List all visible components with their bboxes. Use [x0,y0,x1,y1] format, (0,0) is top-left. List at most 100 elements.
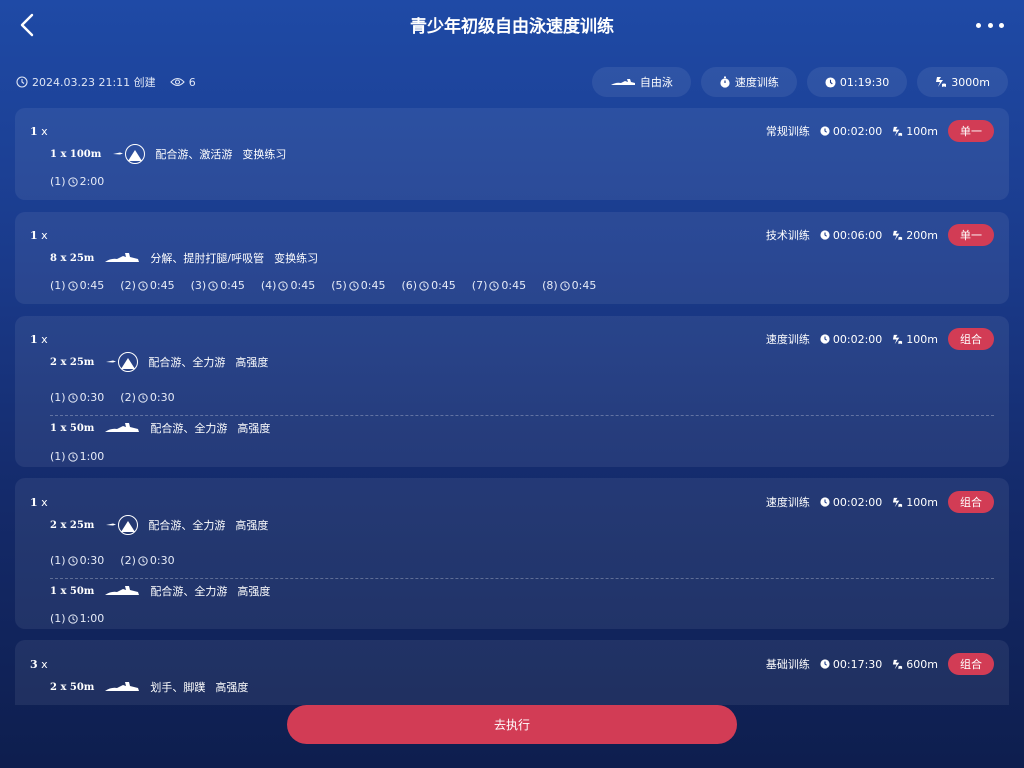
interval-times: (1) 1:00 [50,612,120,625]
set-quantity: 2 x 50m [50,681,95,693]
more-dot [999,22,1004,28]
card-duration: 00:02:00 [832,124,883,138]
card-meta: 技术训练 00:06:00 200m 单一 [766,224,994,246]
chip-duration-label: 01:19:30 [839,75,890,89]
card-meta: 速度训练 00:02:00 100m 组合 [766,491,994,513]
card-category: 常规训练 [765,125,810,138]
set-description: 配合游、全力游 [150,422,228,435]
interval-time: (6) 0:45 [401,279,455,292]
set-row: 2 x 50m 划手、脚蹼 高强度 [50,679,248,695]
training-card[interactable]: 1 x 常规训练 00:02:00 100m 单一 1 x 100m 配合游、激… [15,108,1009,200]
card-type-badge[interactable]: 单一 [948,224,994,246]
set-row: 1 x 100m 配合游、激活游 变换练习 [50,143,286,165]
distance-icon [892,230,903,241]
interval-index: (1) [50,175,66,188]
clock-icon [138,392,148,403]
chip-distance-label: 3000m [951,75,990,89]
clock-icon [278,280,289,291]
top-bar: 青少年初级自由泳速度训练 [0,0,1024,50]
swim-drill-icon [104,351,139,373]
distance-icon [892,659,903,670]
interval-value: 0:45 [79,279,105,292]
training-card[interactable]: 1 x 速度训练 00:02:00 100m 组合 2 x 25m 配合游、全力… [15,316,1009,467]
repeat-count: 1 [30,229,38,242]
set-divider [50,578,994,579]
interval-time: (2) 0:45 [120,279,174,292]
card-type-badge[interactable]: 单一 [948,120,994,142]
interval-value: 0:45 [149,279,175,292]
set-mode: 高强度 [235,356,269,369]
distance-icon [892,497,903,508]
execute-button[interactable]: 去执行 [287,705,737,744]
training-card[interactable]: 1 x 速度训练 00:02:00 100m 组合 2 x 25m 配合游、全力… [15,478,1009,629]
interval-time: (5) 0:45 [331,279,385,292]
clock-icon [67,392,78,403]
repeat-suffix: x [41,333,48,346]
interval-times: (1) 0:30 (2) 0:30 [50,554,191,567]
set-row: 2 x 25m 配合游、全力游 高强度 [50,351,268,373]
clock-icon [16,76,28,88]
set-mode: 变换练习 [242,148,287,161]
more-button[interactable] [976,14,1004,36]
repeat-count: 1 [30,333,38,346]
clock-icon [67,176,78,187]
summary-chips: 自由泳 速度训练 01:19:30 3000m [591,67,1008,97]
view-count-value: 6 [188,75,196,89]
interval-index: (8) [542,279,558,292]
interval-index: (2) [120,279,136,292]
stopwatch-icon [719,76,731,88]
interval-time: (4) 0:45 [261,279,315,292]
interval-time: (1) 0:45 [50,279,104,292]
training-list[interactable]: 1 x 常规训练 00:02:00 100m 单一 1 x 100m 配合游、激… [15,108,1009,705]
set-row: 2 x 25m 配合游、全力游 高强度 [50,514,268,536]
card-category: 速度训练 [765,496,810,509]
interval-index: (7) [471,279,488,292]
set-description: 配合游、全力游 [150,585,228,598]
interval-time: (2) 0:30 [120,554,174,567]
interval-time: (1) 1:00 [50,450,104,463]
set-mode: 高强度 [235,519,269,532]
card-type-badge[interactable]: 组合 [948,491,994,513]
card-type-badge[interactable]: 组合 [948,328,994,350]
interval-time: (7) 0:45 [472,279,526,292]
card-distance: 200m [906,228,938,242]
set-quantity: 1 x 50m [50,422,95,434]
interval-index: (4) [260,279,277,292]
set-row: 1 x 50m 配合游、全力游 高强度 [50,583,270,599]
interval-value: 1:00 [79,612,105,625]
set-mode: 高强度 [215,681,249,694]
training-card[interactable]: 3 x 基础训练 00:17:30 600m 组合 2 x 50m 划手、脚蹼 … [15,640,1009,705]
interval-time: (1) 1:00 [50,612,104,625]
card-repeat: 3 x [30,658,48,671]
interval-value: 0:30 [149,391,175,404]
more-dots-icon [976,22,981,28]
card-distance: 100m [906,495,938,509]
interval-index: (2) [120,391,136,404]
repeat-count: 3 [30,658,38,671]
card-distance: 100m [906,124,938,138]
set-quantity: 2 x 25m [50,519,95,531]
chip-type: 速度训练 [700,67,797,97]
card-type-badge[interactable]: 组合 [948,653,994,675]
card-duration: 00:02:00 [832,495,883,509]
clock-icon [67,613,78,624]
interval-value: 0:45 [290,279,316,292]
repeat-suffix: x [41,496,48,509]
interval-value: 0:45 [220,279,245,292]
card-meta: 常规训练 00:02:00 100m 单一 [766,120,994,142]
freestyle-swimmer-icon [104,251,140,265]
chip-stroke-label: 自由泳 [639,76,673,89]
interval-value: 0:45 [360,279,386,292]
clock-icon [820,497,830,507]
clock-icon [825,76,836,88]
eye-icon [169,76,185,88]
set-quantity: 1 x 50m [50,585,95,597]
training-card[interactable]: 1 x 技术训练 00:06:00 200m 单一 8 x 25m 分解、提肘打… [15,212,1009,304]
clock-icon [349,280,359,291]
set-description: 分解、提肘打腿/呼吸管 [150,252,265,265]
card-distance: 600m [906,657,938,671]
card-duration: 00:02:00 [832,332,883,346]
interval-index: (5) [331,279,347,292]
interval-time: (1) 2:00 [50,175,104,188]
clock-icon [820,126,830,136]
